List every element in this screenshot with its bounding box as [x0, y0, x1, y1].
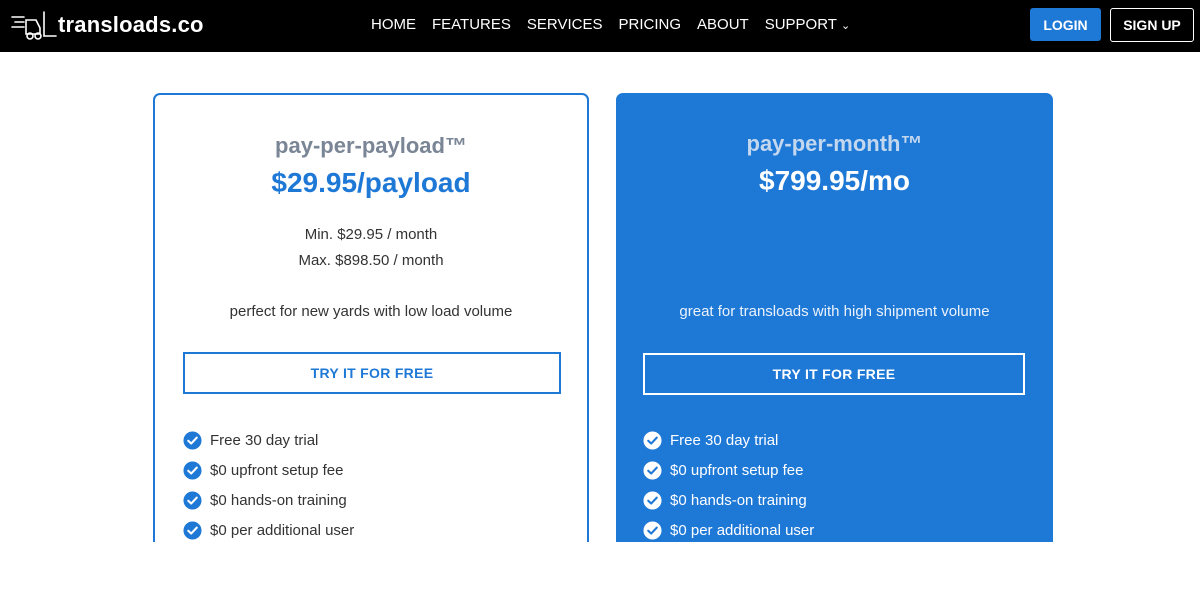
feature-item: Free 30 day trial — [183, 425, 354, 455]
plan-price: $29.95/payload — [271, 167, 471, 198]
logo-text: transloads.co — [58, 12, 204, 37]
login-button[interactable]: LOGIN — [1030, 8, 1101, 41]
feature-label: Free 30 day trial — [210, 431, 319, 449]
feature-item: $0 per additional user — [183, 515, 354, 545]
feature-item: $0 upfront setup fee — [643, 455, 814, 485]
feature-item: $0 per additional user — [643, 515, 814, 545]
feature-label: Free 30 day trial — [670, 431, 779, 449]
plan-price: $799.95/mo — [759, 165, 910, 196]
feature-list: Free 30 day trial $0 upfront setup fee $… — [183, 425, 354, 545]
chevron-down-icon: ⌄ — [840, 20, 851, 32]
plan-tagline: great for transloads with high shipment … — [679, 303, 990, 320]
plan-name: pay-per-month™ — [746, 131, 923, 156]
nav-features[interactable]: FEATURES — [432, 16, 511, 33]
feature-item: Free 30 day trial — [643, 425, 814, 455]
feature-label: $0 hands-on training — [670, 491, 807, 509]
check-circle-icon — [183, 520, 202, 540]
check-circle-icon — [643, 460, 662, 480]
check-circle-icon — [183, 490, 202, 510]
nav-support-label: SUPPORT — [764, 16, 837, 33]
nav-services[interactable]: SERVICES — [527, 16, 603, 33]
feature-item: $0 upfront setup fee — [183, 455, 354, 485]
main-nav: HOME FEATURES SERVICES PRICING ABOUT SUP… — [371, 16, 866, 33]
feature-label: $0 upfront setup fee — [210, 461, 344, 479]
top-navbar: transloads.co HOME FEATURES SERVICES PRI… — [0, 0, 1200, 52]
plan-min: Min. $29.95 / month — [304, 226, 438, 243]
feature-item: $0 hands-on training — [183, 485, 354, 515]
nav-pricing[interactable]: PRICING — [619, 16, 682, 33]
feature-item: $0 hands-on training — [643, 485, 814, 515]
feature-label: $0 per additional user — [670, 521, 815, 539]
check-circle-icon — [643, 520, 662, 540]
check-circle-icon — [643, 490, 662, 510]
plan-name: pay-per-payload™ — [275, 133, 467, 158]
plan-card-pay-per-month: pay-per-month™ $799.95/mo great for tran… — [616, 93, 1053, 542]
feature-label: $0 hands-on training — [210, 491, 347, 509]
try-free-button[interactable]: TRY IT FOR FREE — [643, 353, 1025, 395]
signup-button[interactable]: SIGN UP — [1110, 8, 1194, 42]
check-circle-icon — [643, 430, 662, 450]
plan-tagline: perfect for new yards with low load volu… — [229, 303, 513, 320]
feature-label: $0 upfront setup fee — [670, 461, 804, 479]
forklift-icon — [11, 11, 57, 40]
nav-about[interactable]: ABOUT — [697, 16, 749, 33]
feature-label: $0 per additional user — [210, 521, 355, 539]
plan-max: Max. $898.50 / month — [298, 252, 444, 269]
nav-home[interactable]: HOME — [371, 16, 416, 33]
plan-limits: Min. $29.95 / month Max. $898.50 / month — [155, 222, 587, 274]
try-free-button[interactable]: TRY IT FOR FREE — [183, 352, 561, 394]
plan-card-pay-per-payload: pay-per-payload™ $29.95/payload Min. $29… — [153, 93, 589, 542]
check-circle-icon — [183, 460, 202, 480]
check-circle-icon — [183, 430, 202, 450]
feature-list: Free 30 day trial $0 upfront setup fee $… — [643, 425, 814, 545]
nav-support[interactable]: SUPPORT ⌄ — [765, 16, 850, 33]
site-logo[interactable]: transloads.co — [10, 8, 204, 42]
